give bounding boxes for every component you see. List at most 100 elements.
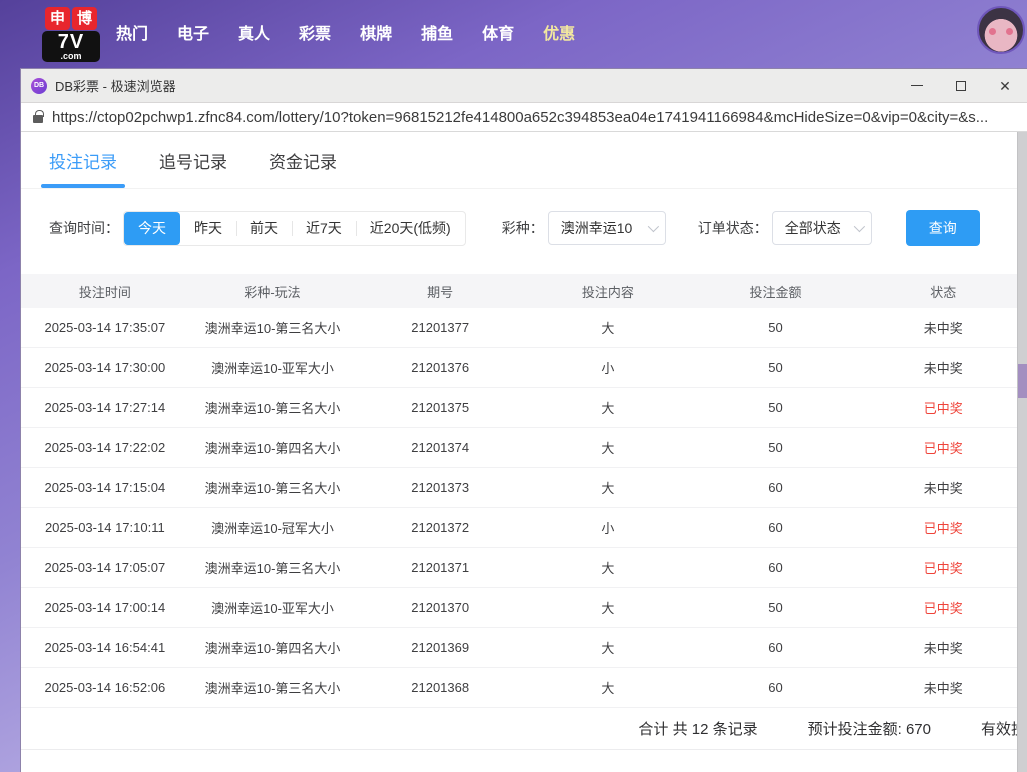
table-row[interactable]: 2025-03-14 17:10:11 澳洲幸运10-冠军大小 21201372… [21,508,1027,548]
record-tab[interactable]: 追号记录 [159,148,227,188]
record-tab[interactable]: 资金记录 [269,148,337,188]
time-range-option[interactable]: 昨天 [180,212,236,245]
cell-issue-number: 21201372 [356,520,524,535]
table-header-cell: 投注金额 [692,282,860,301]
cell-issue-number: 21201377 [356,320,524,335]
table-row[interactable]: 2025-03-14 17:30:00 澳洲幸运10-亚军大小 21201376… [21,348,1027,388]
window-controls: ✕ [895,69,1027,102]
cell-bet-content: 大 [524,558,692,577]
cell-bet-amount: 50 [692,400,860,415]
minimize-button[interactable] [895,69,939,102]
cell-bet-time: 2025-03-14 17:30:00 [21,360,189,375]
lottery-select[interactable]: 澳洲幸运10 [548,211,666,245]
cell-status: 未中奖 [859,678,1027,697]
cell-status: 未中奖 [859,358,1027,377]
nav-item[interactable]: 体育 [482,20,514,44]
table-row[interactable]: 2025-03-14 17:35:07 澳洲幸运10-第三名大小 2120137… [21,308,1027,348]
cell-game-play: 澳洲幸运10-第四名大小 [189,638,357,657]
table-header-cell: 投注内容 [524,282,692,301]
close-icon: ✕ [999,79,1011,93]
cell-bet-content: 大 [524,478,692,497]
cell-game-play: 澳洲幸运10-第三名大小 [189,678,357,697]
time-filter-label: 查询时间： [49,218,119,238]
bet-records-table: 投注时间 彩种-玩法 期号 投注内容 投注金额 状态 [21,274,1027,708]
table-row[interactable]: 2025-03-14 17:27:14 澳洲幸运10-第三名大小 2120137… [21,388,1027,428]
maximize-icon [956,81,966,91]
cell-game-play: 澳洲幸运10-冠军大小 [189,518,357,537]
cell-status: 已中奖 [859,518,1027,537]
scrollbar-thumb[interactable] [1018,364,1027,398]
browser-tab-favicon-icon: DB [31,78,47,94]
cell-status: 已中奖 [859,598,1027,617]
cell-bet-content: 小 [524,518,692,537]
cell-issue-number: 21201371 [356,560,524,575]
order-status-label: 订单状态： [698,218,768,238]
cell-game-play: 澳洲幸运10-亚军大小 [189,358,357,377]
cell-game-play: 澳洲幸运10-第三名大小 [189,478,357,497]
cell-issue-number: 21201376 [356,360,524,375]
page-content: 投注记录 追号记录 资金记录 查询时间： 今天 昨天 前天 [21,132,1027,772]
nav-item[interactable]: 棋牌 [360,20,392,44]
desktop-background: 申 博 7V .com 热门 电子 真人 彩票 棋牌 捕鱼 体育 [0,0,1027,772]
maximize-button[interactable] [939,69,983,102]
cell-bet-amount: 50 [692,320,860,335]
cell-bet-time: 2025-03-14 17:15:04 [21,480,189,495]
cell-bet-amount: 60 [692,480,860,495]
table-header-cell: 彩种-玩法 [189,282,357,301]
site-logo[interactable]: 申 博 7V .com [42,7,100,62]
cell-game-play: 澳洲幸运10-第四名大小 [189,438,357,457]
query-button[interactable]: 查询 [906,210,980,246]
cell-bet-time: 2025-03-14 17:05:07 [21,560,189,575]
time-range-option[interactable]: 近7天 [292,212,356,245]
cell-issue-number: 21201374 [356,440,524,455]
cell-status: 未中奖 [859,318,1027,337]
logo-badge-1: 申 [45,7,70,30]
cell-bet-content: 大 [524,438,692,457]
close-button[interactable]: ✕ [983,69,1027,102]
table-header-cell: 投注时间 [21,282,189,301]
cell-bet-amount: 50 [692,360,860,375]
nav-item[interactable]: 电子 [177,20,209,44]
cell-status: 未中奖 [859,638,1027,657]
site-nav: 热门 电子 真人 彩票 棋牌 捕鱼 体育 优惠 [116,0,575,63]
nav-item[interactable]: 优惠 [543,20,575,44]
site-topbar: 申 博 7V .com 热门 电子 真人 彩票 棋牌 捕鱼 体育 [0,0,1027,68]
expected-amount-text: 预计投注金额: 670 [808,718,931,739]
nav-item[interactable]: 热门 [116,20,148,44]
chevron-down-icon [853,221,864,232]
cell-status: 已中奖 [859,398,1027,417]
address-bar[interactable]: https://ctop02pchwp1.zfnc84.com/lottery/… [21,103,1027,132]
url-text[interactable]: https://ctop02pchwp1.zfnc84.com/lottery/… [52,109,988,126]
time-range-option[interactable]: 今天 [124,212,180,245]
page-scrollbar[interactable] [1017,132,1027,772]
browser-titlebar[interactable]: DB DB彩票 - 极速浏览器 ✕ [21,69,1027,103]
time-range-option[interactable]: 前天 [236,212,292,245]
nav-item[interactable]: 彩票 [299,20,331,44]
time-range-option[interactable]: 近20天(低频) [356,212,465,245]
table-row[interactable]: 2025-03-14 17:00:14 澳洲幸运10-亚军大小 21201370… [21,588,1027,628]
cell-bet-amount: 60 [692,560,860,575]
cell-bet-time: 2025-03-14 16:54:41 [21,640,189,655]
table-row[interactable]: 2025-03-14 17:05:07 澳洲幸运10-第三名大小 2120137… [21,548,1027,588]
nav-item[interactable]: 捕鱼 [421,20,453,44]
cell-status: 已中奖 [859,558,1027,577]
table-row[interactable]: 2025-03-14 16:54:41 澳洲幸运10-第四名大小 2120136… [21,628,1027,668]
cell-bet-amount: 50 [692,600,860,615]
cell-bet-time: 2025-03-14 17:35:07 [21,320,189,335]
summary-bar: 合计 共 12 条记录 预计投注金额: 670 有效投注金额 [21,708,1027,750]
user-avatar[interactable] [977,6,1025,54]
cell-bet-amount: 60 [692,520,860,535]
cell-status: 未中奖 [859,478,1027,497]
nav-item[interactable]: 真人 [238,20,270,44]
cell-issue-number: 21201373 [356,480,524,495]
cell-bet-content: 大 [524,638,692,657]
time-range-group: 今天 昨天 前天 近7天 近20天(低频) [123,211,466,246]
cell-game-play: 澳洲幸运10-亚军大小 [189,598,357,617]
table-row[interactable]: 2025-03-14 16:52:06 澳洲幸运10-第三名大小 2120136… [21,668,1027,708]
record-tab[interactable]: 投注记录 [49,148,117,188]
table-row[interactable]: 2025-03-14 17:15:04 澳洲幸运10-第三名大小 2120137… [21,468,1027,508]
order-status-select[interactable]: 全部状态 [772,211,872,245]
table-row[interactable]: 2025-03-14 17:22:02 澳洲幸运10-第四名大小 2120137… [21,428,1027,468]
lock-icon [33,115,43,123]
total-records-text: 合计 共 12 条记录 [638,718,757,739]
